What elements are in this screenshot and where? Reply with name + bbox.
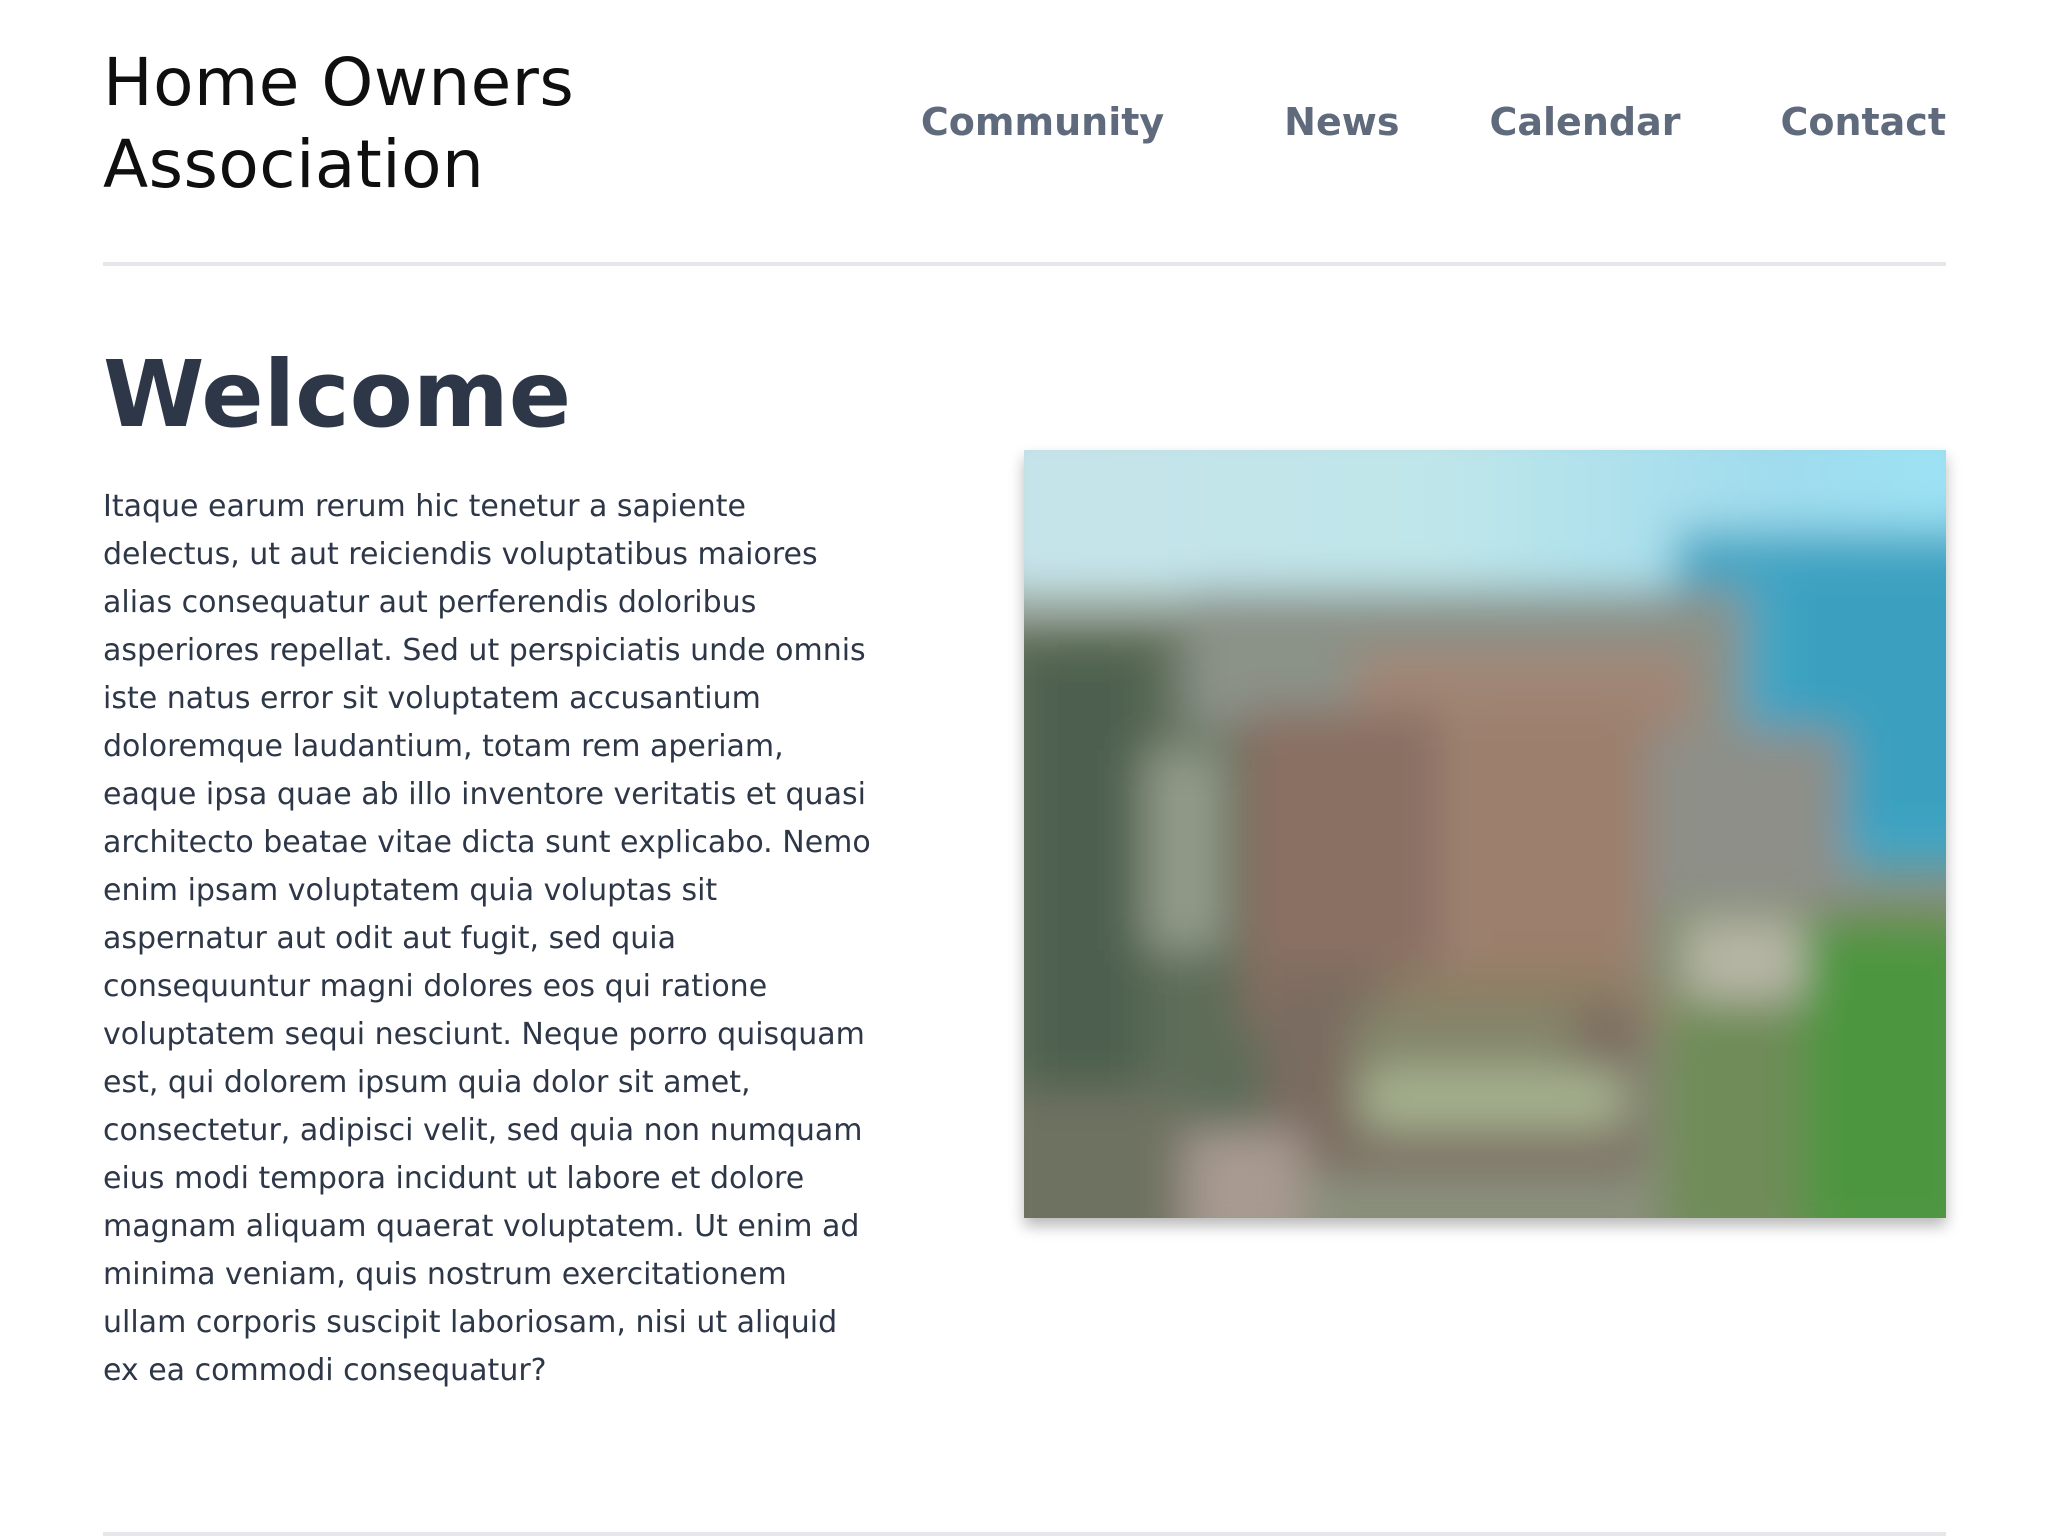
page-title: Welcome: [103, 341, 572, 448]
nav-link-news[interactable]: News: [1284, 100, 1399, 144]
site-header: Home Owners Association Community News C…: [103, 0, 1946, 266]
main-nav: Community News Calendar Contact: [921, 96, 1946, 148]
site-title[interactable]: Home Owners Association: [103, 42, 703, 206]
nav-link-community[interactable]: Community: [921, 100, 1164, 144]
neighborhood-photo: [1024, 450, 1946, 1218]
footer-divider: [103, 1532, 1946, 1536]
intro-paragraph: Itaque earum rerum hic tenetur a sapient…: [103, 489, 871, 1388]
nav-link-calendar[interactable]: Calendar: [1489, 100, 1680, 144]
nav-link-contact[interactable]: Contact: [1780, 100, 1946, 144]
blurred-house-image: [1024, 450, 1946, 1218]
